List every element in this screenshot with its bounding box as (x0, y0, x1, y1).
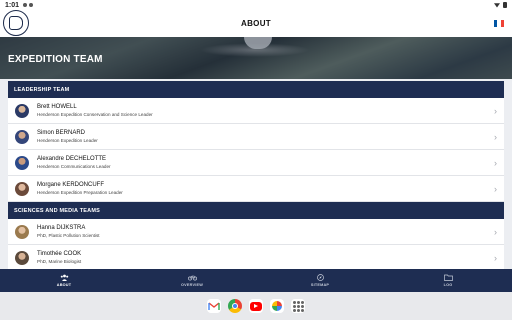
section-header-leadership: LEADERSHIP TEAM (8, 81, 504, 98)
member-role: Henderson Communications Leader (37, 164, 111, 169)
compass-icon (316, 274, 325, 281)
section-title: SCIENCES AND MEDIA TEAMS (14, 207, 100, 214)
notification-icon (29, 3, 34, 7)
section-title: LEADERSHIP TEAM (14, 86, 70, 93)
nav-overview[interactable]: OVERVIEW (128, 269, 256, 292)
chevron-right-icon: › (494, 226, 497, 237)
youtube-icon[interactable] (249, 299, 263, 313)
nav-label: LOG (443, 283, 453, 287)
member-role: Henderson Expedition Leader (37, 138, 98, 143)
member-name: Hanna DIJKSTRA (37, 225, 86, 231)
people-icon (60, 274, 69, 281)
gmail-icon[interactable] (207, 299, 221, 313)
avatar (15, 103, 29, 118)
hero-banner: EXPEDITION TEAM (0, 37, 512, 79)
system-taskbar (0, 292, 512, 320)
app-bar: ABOUT (0, 10, 512, 37)
avatar (15, 224, 29, 239)
nav-label: ABOUT (56, 283, 72, 287)
hero-title: EXPEDITION TEAM (8, 54, 103, 65)
team-list: LEADERSHIP TEAM Brett HOWELL Henderson E… (0, 79, 512, 271)
nav-sitemap[interactable]: SITEMAP (256, 269, 384, 292)
nav-label: OVERVIEW (181, 283, 203, 287)
chrome-icon[interactable] (228, 299, 242, 313)
member-name: Morgane KERDONCUFF (37, 182, 105, 188)
chevron-right-icon: › (494, 131, 497, 142)
member-row[interactable]: Brett HOWELL Henderson Expedition Conser… (8, 98, 504, 124)
nav-label: SITEMAP (310, 283, 330, 287)
member-role: Henderson Expedition Preparation Leader (37, 190, 123, 195)
notification-icons (23, 3, 34, 7)
member-role: Henderson Expedition Conservation and Sc… (37, 112, 153, 117)
member-row[interactable]: Timothée COOK PhD, Marine Biologist › (8, 245, 504, 271)
member-name: Simon BERNARD (37, 130, 86, 136)
bicycle-icon (187, 274, 197, 281)
page-title: ABOUT (241, 19, 271, 28)
status-time: 1:01 (5, 1, 20, 9)
chevron-right-icon: › (494, 183, 497, 194)
member-name: Timothée COOK (37, 251, 82, 257)
avatar (15, 181, 29, 196)
avatar (15, 155, 29, 170)
member-role: PhD, Marine Biologist (37, 259, 82, 264)
member-row[interactable]: Morgane KERDONCUFF Henderson Expedition … (8, 176, 504, 202)
wifi-icon (494, 3, 500, 8)
folder-icon (443, 274, 453, 281)
member-row[interactable]: Simon BERNARD Henderson Expedition Leade… (8, 124, 504, 150)
status-bar: 1:01 (0, 0, 512, 10)
nav-log[interactable]: LOG (384, 269, 512, 292)
notification-icon (23, 3, 28, 7)
photos-icon[interactable] (270, 299, 284, 313)
member-name: Brett HOWELL (37, 104, 77, 110)
avatar (15, 129, 29, 144)
avatar (15, 250, 29, 265)
chevron-right-icon: › (494, 105, 497, 116)
bottom-nav: ABOUT OVERVIEW SITEMAP LOG (0, 269, 512, 292)
chevron-right-icon: › (494, 252, 497, 263)
expedition-logo-icon[interactable] (3, 10, 29, 36)
app-drawer-icon[interactable] (291, 299, 305, 313)
member-row[interactable]: Alexandre DECHELOTTE Henderson Communica… (8, 150, 504, 176)
battery-icon (503, 2, 507, 8)
chevron-right-icon: › (494, 157, 497, 168)
nav-about[interactable]: ABOUT (0, 269, 128, 292)
member-row[interactable]: Hanna DIJKSTRA PhD, Plastic Pollution Sc… (8, 219, 504, 245)
system-icons (494, 2, 507, 8)
member-name: Alexandre DECHELOTTE (37, 156, 107, 162)
french-flag-icon[interactable] (494, 20, 504, 27)
section-header-sciences-media: SCIENCES AND MEDIA TEAMS (8, 202, 504, 219)
member-role: PhD, Plastic Pollution Scientist (37, 233, 100, 238)
